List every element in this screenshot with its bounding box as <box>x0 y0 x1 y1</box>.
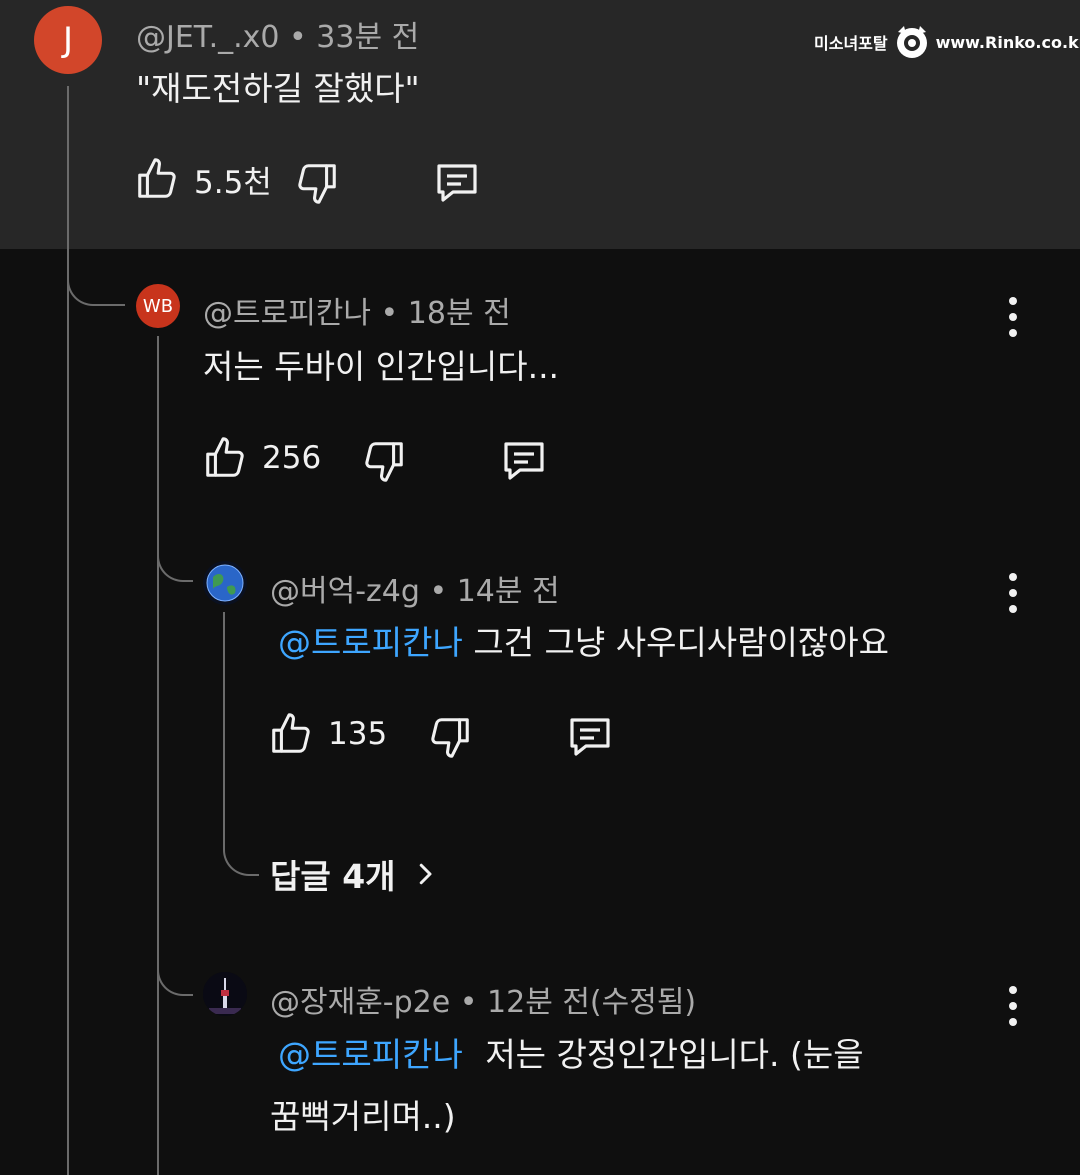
thread-connector-more-replies <box>223 612 259 876</box>
avatar[interactable] <box>203 972 247 1016</box>
thumbs-down-icon <box>431 718 469 758</box>
reply-text-content: 그건 그냥 사우디사람이잖아요 <box>473 623 889 662</box>
thread-connector-reply-2 <box>157 530 193 582</box>
thumbs-up-icon <box>206 437 244 477</box>
more-options-button[interactable] <box>1003 986 1023 1026</box>
comment-icon <box>570 718 610 756</box>
comment-author[interactable]: @JET._.x0 <box>136 20 279 55</box>
view-replies-label: 답글 4개 <box>270 857 396 896</box>
comment-icon <box>437 164 477 202</box>
dislike-button[interactable] <box>294 160 340 206</box>
watermark-logo-icon <box>896 26 927 58</box>
reply-text: 저는 두바이 인간입니다... <box>203 347 560 386</box>
reply-text: @트로피칸나 저는 강정인간입니다. (눈을 <box>278 1024 864 1086</box>
like-button[interactable]: 5.5천 <box>134 156 272 202</box>
reply-time: 14분 전 <box>456 574 560 609</box>
comment-text: "재도전하길 잘했다" <box>136 69 420 108</box>
thread-line-reply-1 <box>157 336 159 1175</box>
dislike-button[interactable] <box>427 714 473 760</box>
separator-dot: • <box>459 985 478 1020</box>
tower-avatar-icon <box>203 972 247 1016</box>
thumbs-down-icon <box>298 164 336 204</box>
more-options-button[interactable] <box>1003 297 1023 337</box>
thumbs-up-icon <box>138 158 176 198</box>
comment-icon <box>504 442 544 480</box>
mention-link[interactable]: @트로피칸나 <box>278 1035 463 1074</box>
reply-author[interactable]: @버억-z4g <box>270 574 420 609</box>
avatar[interactable]: WB <box>136 284 180 328</box>
reply-text-line1: 저는 강정인간입니다. (눈을 <box>485 1035 864 1074</box>
like-button[interactable]: 135 <box>268 711 387 757</box>
reply-meta: @트로피칸나 • 18분 전 <box>203 288 511 332</box>
earth-avatar-icon <box>206 564 244 602</box>
reply-button[interactable] <box>499 436 549 484</box>
reply-author[interactable]: @트로피칸나 <box>203 296 371 331</box>
more-options-button[interactable] <box>1003 573 1023 613</box>
avatar[interactable]: J <box>34 6 102 74</box>
reply-meta: @장재훈-p2e • 12분 전(수정됨) <box>270 977 696 1021</box>
avatar-text: WB <box>142 295 174 317</box>
mention-link[interactable]: @트로피칸나 <box>278 623 463 662</box>
chevron-right-icon <box>419 863 432 885</box>
watermark-right-text: www.Rinko.co.kr <box>935 32 1080 52</box>
avatar[interactable] <box>203 561 247 605</box>
like-count: 135 <box>328 716 388 752</box>
like-button[interactable]: 256 <box>202 435 321 481</box>
reply-time: 12분 전(수정됨) <box>487 985 697 1020</box>
reply-button[interactable] <box>565 712 615 760</box>
separator-dot: • <box>289 20 307 55</box>
like-count: 256 <box>262 440 322 476</box>
comment-time: 33분 전 <box>316 20 420 55</box>
watermark-left-text: 미소녀포탈 <box>814 34 888 53</box>
reply-text: @트로피칸나 그건 그냥 사우디사람이잖아요 <box>278 612 889 674</box>
comment-meta: @JET._.x0 • 33분 전 <box>136 12 419 56</box>
reply-text-line2: 꿈뻑거리며..) <box>270 1097 456 1136</box>
separator-dot: • <box>429 574 448 609</box>
reply-author[interactable]: @장재훈-p2e <box>270 985 450 1020</box>
thumbs-up-icon <box>272 713 310 753</box>
thread-connector-reply-1 <box>67 254 125 306</box>
watermark: 미소녀포탈 www.Rinko.co.kr <box>814 24 1080 60</box>
reply-button[interactable] <box>432 158 482 206</box>
separator-dot: • <box>380 296 399 331</box>
avatar-letter: J <box>62 20 74 60</box>
thread-line-main <box>67 86 69 1175</box>
reply-time: 18분 전 <box>407 296 511 331</box>
thread-connector-reply-3 <box>157 944 193 996</box>
reply-meta: @버억-z4g • 14분 전 <box>270 566 560 610</box>
like-count: 5.5천 <box>194 164 272 201</box>
view-replies-button[interactable]: 답글 4개 <box>270 850 440 898</box>
thumbs-down-icon <box>365 442 403 482</box>
dislike-button[interactable] <box>361 438 407 484</box>
